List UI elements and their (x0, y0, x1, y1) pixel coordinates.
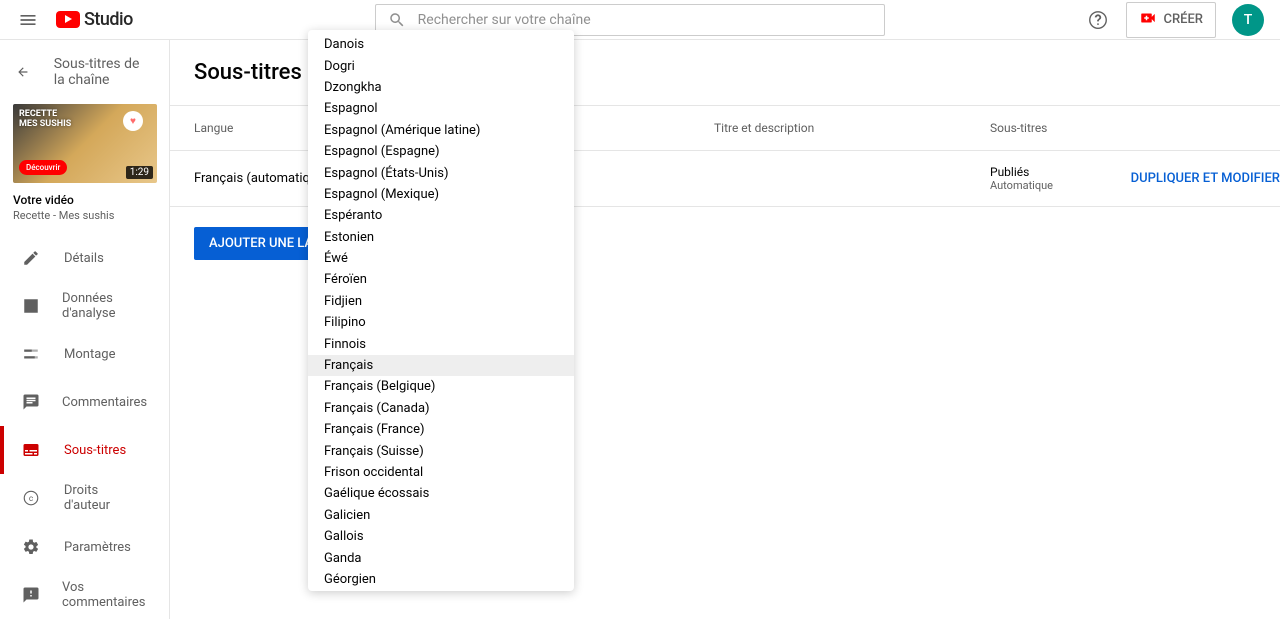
help-icon[interactable] (1086, 8, 1110, 32)
row-status: Publiés (990, 165, 1095, 179)
video-thumbnail[interactable]: RECETTEMES SUSHIS ♥ Découvrir 1:29 (13, 104, 157, 183)
studio-logo[interactable]: Studio (56, 9, 133, 30)
create-icon (1139, 9, 1157, 31)
nav-copyright[interactable]: cDroits d'auteur (0, 474, 169, 522)
dropdown-item[interactable]: Dogri (308, 55, 574, 76)
dropdown-item[interactable]: Français (Belgique) (308, 376, 574, 397)
dropdown-item[interactable]: Filipino (308, 312, 574, 333)
dropdown-item[interactable]: Féroïen (308, 269, 574, 290)
header-right: CRÉER T (1086, 2, 1264, 38)
feedback-icon (22, 586, 40, 604)
header: Studio CRÉER T (0, 0, 1280, 40)
row-auto: Automatique (990, 179, 1095, 192)
dropdown-item[interactable]: Frison occidental (308, 462, 574, 483)
menu-icon[interactable] (16, 8, 40, 32)
dropdown-item[interactable]: Espagnol (Amérique latine) (308, 120, 574, 141)
dropdown-item[interactable]: Français (Suisse) (308, 440, 574, 461)
nav-settings[interactable]: Paramètres (0, 523, 169, 571)
dropdown-item[interactable]: Éwé (308, 248, 574, 269)
video-title: Recette - Mes sushis (13, 209, 156, 222)
discover-badge: Découvrir (19, 160, 67, 175)
dropdown-item[interactable]: Finnois (308, 333, 574, 354)
subtitles-icon (22, 441, 42, 459)
nav-details[interactable]: Détails (0, 234, 169, 282)
dropdown-item[interactable]: Espagnol (Espagne) (308, 141, 574, 162)
dropdown-item[interactable]: Galicien (308, 505, 574, 526)
dropdown-item[interactable]: Français (308, 355, 574, 376)
search-icon (388, 11, 406, 29)
editor-icon (22, 345, 42, 363)
dropdown-list[interactable]: DanoisDogriDzongkhaEspagnolEspagnol (Amé… (308, 30, 574, 591)
nav-subtitles[interactable]: Sous-titres (0, 426, 169, 474)
sidebar: Sous-titres de la chaîne RECETTEMES SUSH… (0, 40, 170, 619)
sidebar-bottom: Paramètres Vos commentaires (0, 522, 169, 619)
row-sous: Publiés Automatique (990, 165, 1095, 192)
youtube-play-icon (56, 11, 80, 28)
nav: Détails Données d'analyse Montage Commen… (0, 234, 169, 522)
create-button[interactable]: CRÉER (1126, 2, 1216, 38)
duplicate-button[interactable]: DUPLIQUER ET MODIFIER (1131, 171, 1280, 186)
pencil-icon (22, 249, 42, 267)
duration-badge: 1:29 (126, 166, 153, 179)
nav-comments[interactable]: Commentaires (0, 378, 169, 426)
dropdown-item[interactable]: Géorgien (308, 569, 574, 590)
thumb-text: RECETTEMES SUSHIS (19, 110, 71, 130)
create-label: CRÉER (1163, 12, 1203, 27)
logo-text: Studio (84, 9, 133, 30)
analytics-icon (22, 297, 40, 315)
search-input[interactable] (418, 12, 872, 28)
back-label: Sous-titres de la chaîne (54, 56, 153, 88)
dropdown-item[interactable]: Français (Canada) (308, 398, 574, 419)
avatar[interactable]: T (1232, 4, 1264, 36)
dropdown-item[interactable]: Espéranto (308, 205, 574, 226)
nav-feedback[interactable]: Vos commentaires (0, 571, 169, 619)
dropdown-item[interactable]: Français (France) (308, 419, 574, 440)
back-button[interactable]: Sous-titres de la chaîne (0, 40, 169, 104)
heart-icon: ♥ (123, 111, 143, 131)
video-meta: Votre vidéo Recette - Mes sushis (0, 193, 169, 234)
dropdown-item[interactable]: Gaélique écossais (308, 483, 574, 504)
nav-analytics[interactable]: Données d'analyse (0, 282, 169, 330)
dropdown-item[interactable]: Fidjien (308, 291, 574, 312)
copyright-icon: c (22, 489, 42, 507)
gear-icon (22, 538, 42, 556)
dropdown-item[interactable]: Espagnol (308, 98, 574, 119)
dropdown-item[interactable]: Dzongkha (308, 77, 574, 98)
dropdown-item[interactable]: Espagnol (Mexique) (308, 184, 574, 205)
dropdown-item[interactable]: Danois (308, 34, 574, 55)
video-label: Votre vidéo (13, 193, 156, 207)
dropdown-item[interactable]: Ganda (308, 547, 574, 568)
col-sous: Sous-titres (990, 121, 1280, 135)
dropdown-item[interactable]: Espagnol (États-Unis) (308, 162, 574, 183)
nav-editor[interactable]: Montage (0, 330, 169, 378)
svg-text:c: c (29, 494, 34, 504)
language-dropdown: DanoisDogriDzongkhaEspagnolEspagnol (Amé… (308, 30, 574, 591)
dropdown-item[interactable]: Estonien (308, 227, 574, 248)
comment-icon (22, 393, 40, 411)
col-titre: Titre et description (714, 121, 990, 135)
dropdown-item[interactable]: Gallois (308, 526, 574, 547)
arrow-left-icon (16, 62, 30, 82)
